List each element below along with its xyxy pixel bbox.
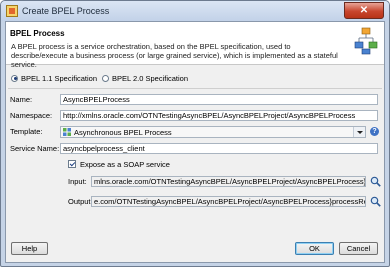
radio-button[interactable] [102, 74, 109, 82]
search-icon[interactable] [370, 196, 381, 207]
header-band: BPEL Process A BPEL process is a service… [6, 22, 384, 69]
radio-bpel-2-0[interactable]: BPEL 2.0 Specification [102, 73, 188, 83]
chevron-down-icon[interactable] [353, 127, 365, 137]
namespace-field[interactable]: http://xmlns.oracle.com/OTNTestingAsyncB… [60, 110, 378, 121]
header-title: BPEL Process [10, 29, 65, 38]
service-name-field[interactable]: asyncbpelprocess_client [60, 143, 378, 154]
input-label: Input: [68, 177, 87, 186]
radio-label: BPEL 1.1 Specification [21, 73, 98, 83]
output-label: Output: [68, 197, 93, 206]
bpel-process-logo [354, 27, 378, 55]
window-title: Create BPEL Process [22, 6, 110, 16]
ok-button[interactable]: OK [295, 242, 334, 255]
radio-bpel-1-1[interactable]: BPEL 1.1 Specification [11, 73, 97, 83]
name-field[interactable]: AsyncBPELProcess [60, 94, 378, 105]
radio-button-selected[interactable] [11, 74, 18, 82]
help-button[interactable]: Help [11, 242, 48, 255]
template-label: Template: [10, 127, 43, 136]
namespace-label: Namespace: [10, 111, 53, 120]
dialog-body: BPEL Process A BPEL process is a service… [5, 21, 385, 263]
expose-soap-label: Expose as a SOAP service [80, 160, 170, 169]
divider [8, 88, 382, 89]
header-description: A BPEL process is a service orchestratio… [11, 42, 338, 69]
service-name-label: Service Name: [10, 144, 60, 153]
help-icon[interactable]: ? [370, 127, 379, 136]
input-field[interactable]: mlns.oracle.com/OTNTestingAsyncBPEL/Asyn… [91, 176, 366, 187]
template-icon [63, 128, 71, 136]
close-button[interactable]: ✕ [344, 2, 384, 19]
output-field[interactable]: e.com/OTNTestingAsyncBPEL/AsyncBPELProje… [91, 196, 366, 207]
expose-soap-checkbox[interactable] [68, 160, 76, 168]
template-value: Asynchronous BPEL Process [74, 128, 172, 137]
search-icon[interactable] [370, 176, 381, 187]
name-label: Name: [10, 95, 33, 104]
cancel-button[interactable]: Cancel [339, 242, 378, 255]
bpel-app-icon [6, 5, 18, 17]
title-bar[interactable]: Create BPEL Process ✕ [1, 1, 389, 21]
dialog-window: Create BPEL Process ✕ BPEL Process A BPE… [0, 0, 390, 267]
template-select[interactable]: Asynchronous BPEL Process [60, 126, 366, 138]
radio-label: BPEL 2.0 Specification [112, 73, 189, 83]
